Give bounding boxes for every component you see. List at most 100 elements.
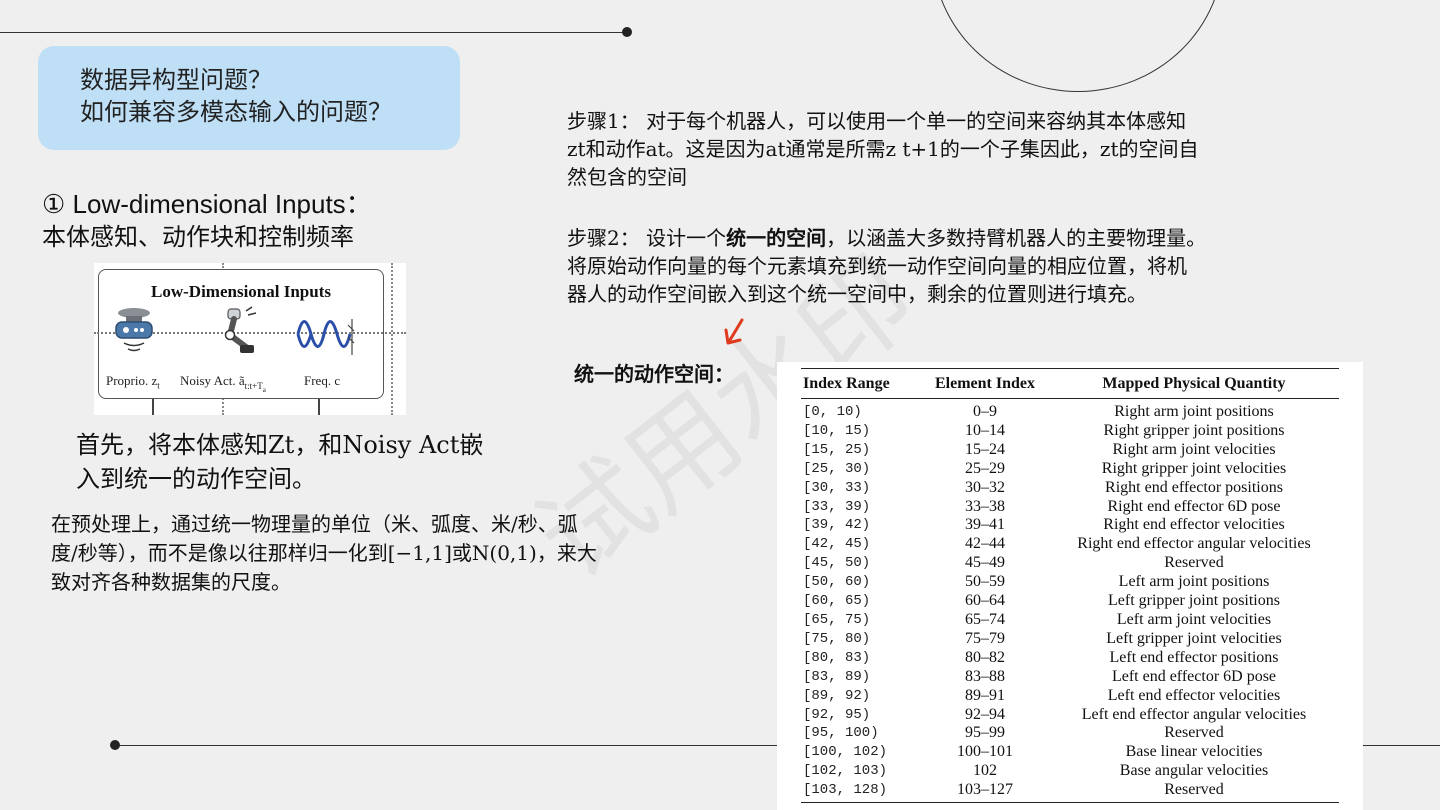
step-1-line-1: 步骤1： 对于每个机器人，可以使用一个单一的空间来容纳其本体感知 <box>567 109 1187 133</box>
action-space-table: Index Range Element Index Mapped Physica… <box>801 368 1339 804</box>
cell-index-range: [92, 95) <box>803 706 871 723</box>
cell-index-range: [100, 102) <box>803 744 888 761</box>
preprocess-line-2: 度/秒等），而不是像以往那样归一化到[−1,1]或N(0,1)，来大 <box>51 541 597 565</box>
top-divider-line <box>0 32 626 33</box>
cell-element-index: 102 <box>973 762 997 780</box>
cell-physical-quantity: Reserved <box>1049 781 1339 804</box>
table-row: [65, 75) 65–74 Left arm joint velocities <box>801 611 1339 630</box>
question-line-2: 如何兼容多模态输入的问题？ <box>80 98 392 126</box>
table-row: [45, 50) 45–49 Reserved <box>801 554 1339 573</box>
decorative-circle <box>932 0 1224 92</box>
cell-index-range: [89, 92) <box>803 687 871 704</box>
cell-physical-quantity: Right end effector 6D pose <box>1107 497 1281 515</box>
cell-physical-quantity: Right arm joint positions <box>1114 403 1274 420</box>
column-header: Mapped Physical Quantity <box>1049 368 1339 399</box>
cell-element-index: 60–64 <box>965 592 1005 610</box>
cell-element-index: 95–99 <box>965 724 1005 742</box>
figure-label-noisy: Noisy Act. ãt:t+Ta <box>180 373 266 394</box>
cell-element-index: 0–9 <box>973 403 997 420</box>
cell-physical-quantity: Right end effector positions <box>1105 478 1283 496</box>
step-2-text: 步骤2： 设计一个统一的空间，以涵盖大多数持臂机器人的主要物理量。 将原始动作向… <box>567 224 1327 308</box>
cell-element-index: 30–32 <box>965 478 1005 496</box>
cell-index-range: [75, 80) <box>803 630 871 647</box>
table-row: [25, 30) 25–29 Right gripper joint velocit… <box>801 460 1339 479</box>
table-row: [50, 60) 50–59 Left arm joint positions <box>801 573 1339 592</box>
cell-element-index: 100–101 <box>957 743 1013 761</box>
cell-physical-quantity: Right end effector velocities <box>1103 516 1285 534</box>
preprocess-line-3: 致对齐各种数据集的尺度。 <box>51 570 291 594</box>
low-dim-title: ① Low-dimensional Inputs： <box>42 189 372 219</box>
table-row: [42, 45) 42–44 Right end effector angular … <box>801 535 1339 554</box>
bottom-divider-dot <box>110 740 120 750</box>
table-header-row: Index Range Element Index Mapped Physica… <box>801 368 1339 399</box>
cell-index-range: [45, 50) <box>803 555 871 572</box>
cell-index-range: [33, 39) <box>803 498 871 515</box>
cell-element-index: 83–88 <box>965 667 1005 685</box>
table-row: [30, 33) 30–32 Right end effector position… <box>801 479 1339 498</box>
column-header: Element Index <box>921 368 1049 399</box>
cell-physical-quantity: Left arm joint positions <box>1118 573 1270 591</box>
table-row: [75, 80) 75–79 Left gripper joint velociti… <box>801 630 1339 649</box>
step-1-line-2: zt和动作at。这是因为at通常是所需z t+1的一个子集因此，zt的空间自 <box>567 137 1199 161</box>
cell-physical-quantity: Left end effector 6D pose <box>1111 667 1277 685</box>
table-row: [80, 83) 80–82 Left end effector positions <box>801 649 1339 668</box>
table-row: [89, 92) 89–91 Left end effector velocitie… <box>801 687 1339 706</box>
cell-index-range: [39, 42) <box>803 517 871 534</box>
figure-label-freq: Freq. c <box>304 373 341 388</box>
step-2-line-2: 将原始动作向量的每个元素填充到统一动作空间向量的相应位置，将机 <box>567 254 1187 278</box>
table-row: [39, 42) 39–41 Right end effector velociti… <box>801 516 1339 535</box>
cell-index-range: [15, 25) <box>803 441 871 458</box>
robot-arm-icon <box>224 306 257 353</box>
cell-index-range: [42, 45) <box>803 536 871 553</box>
figure-connector <box>318 399 320 415</box>
cell-physical-quantity: Reserved <box>1164 724 1224 742</box>
cell-index-range: [65, 75) <box>803 611 871 628</box>
cell-element-index: 65–74 <box>965 610 1005 628</box>
cell-index-range: [80, 83) <box>803 649 871 666</box>
proprio-sensor-icon <box>115 308 153 352</box>
cell-element-index: 92–94 <box>965 705 1005 723</box>
column-header: Index Range <box>801 368 921 399</box>
table-row: [60, 65) 60–64 Left gripper joint position… <box>801 592 1339 611</box>
cell-index-range: [102, 103) <box>803 763 888 780</box>
cell-element-index: 80–82 <box>965 648 1005 666</box>
cell-physical-quantity: Left gripper joint velocities <box>1106 629 1282 647</box>
figure-connector <box>152 399 154 415</box>
cell-element-index: 10–14 <box>965 421 1005 439</box>
cell-physical-quantity: Left gripper joint positions <box>1108 592 1280 610</box>
cell-physical-quantity: Left arm joint velocities <box>1116 610 1272 628</box>
cell-physical-quantity: Right gripper joint velocities <box>1101 459 1287 477</box>
cell-index-range: [50, 60) <box>803 574 871 591</box>
cell-index-range: [95, 100) <box>803 725 879 742</box>
preprocess-line-1: 在预处理上，通过统一物理量的单位（米、弧度、米/秒、弧 <box>51 512 578 536</box>
step-2-line-1: 步骤2： 设计一个统一的空间，以涵盖大多数持臂机器人的主要物理量。 <box>567 226 1207 250</box>
figure-dotted-divider <box>391 263 393 415</box>
table-row: [100, 102) 100–101 Base linear velocities <box>801 743 1339 762</box>
table-row: [92, 95) 92–94 Left end effector angular v… <box>801 706 1339 725</box>
cell-physical-quantity: Left end effector positions <box>1109 648 1279 666</box>
cell-element-index: 25–29 <box>965 459 1005 477</box>
cell-element-index: 42–44 <box>965 535 1005 553</box>
table-row: [33, 39) 33–38 Right end effector 6D pose <box>801 498 1339 517</box>
preprocess-text: 在预处理上，通过统一物理量的单位（米、弧度、米/秒、弧 度/秒等），而不是像以往… <box>51 510 701 597</box>
table-row: [95, 100) 95–99 Reserved <box>801 724 1339 743</box>
cell-index-range: [25, 30) <box>803 460 871 477</box>
red-arrow-icon <box>724 318 744 345</box>
cell-element-index: 39–41 <box>965 516 1005 534</box>
cell-element-index: 45–49 <box>965 554 1005 572</box>
cell-index-range: [0, 10) <box>803 404 862 420</box>
cell-physical-quantity: Left end effector velocities <box>1107 686 1281 704</box>
cell-element-index: 15–24 <box>965 440 1005 458</box>
cell-index-range: [30, 33) <box>803 479 871 496</box>
table-row: [10, 15) 10–14 Right gripper joint positio… <box>801 422 1339 441</box>
top-divider-dot <box>622 27 632 37</box>
cell-index-range: [83, 89) <box>803 668 871 685</box>
figure-label-proprio: Proprio. zt <box>106 373 160 391</box>
cell-element-index: 103–127 <box>921 781 1049 804</box>
question-box: 数据异构型问题？ 如何兼容多模态输入的问题？ <box>38 46 460 150</box>
cell-physical-quantity: Reserved <box>1164 554 1224 572</box>
bottom-divider-line <box>114 745 778 746</box>
cell-index-range: [10, 15) <box>803 422 871 439</box>
table-row: [0, 10) 0–9 Right arm joint positions <box>801 399 1339 422</box>
cell-physical-quantity: Right gripper joint positions <box>1103 421 1285 439</box>
